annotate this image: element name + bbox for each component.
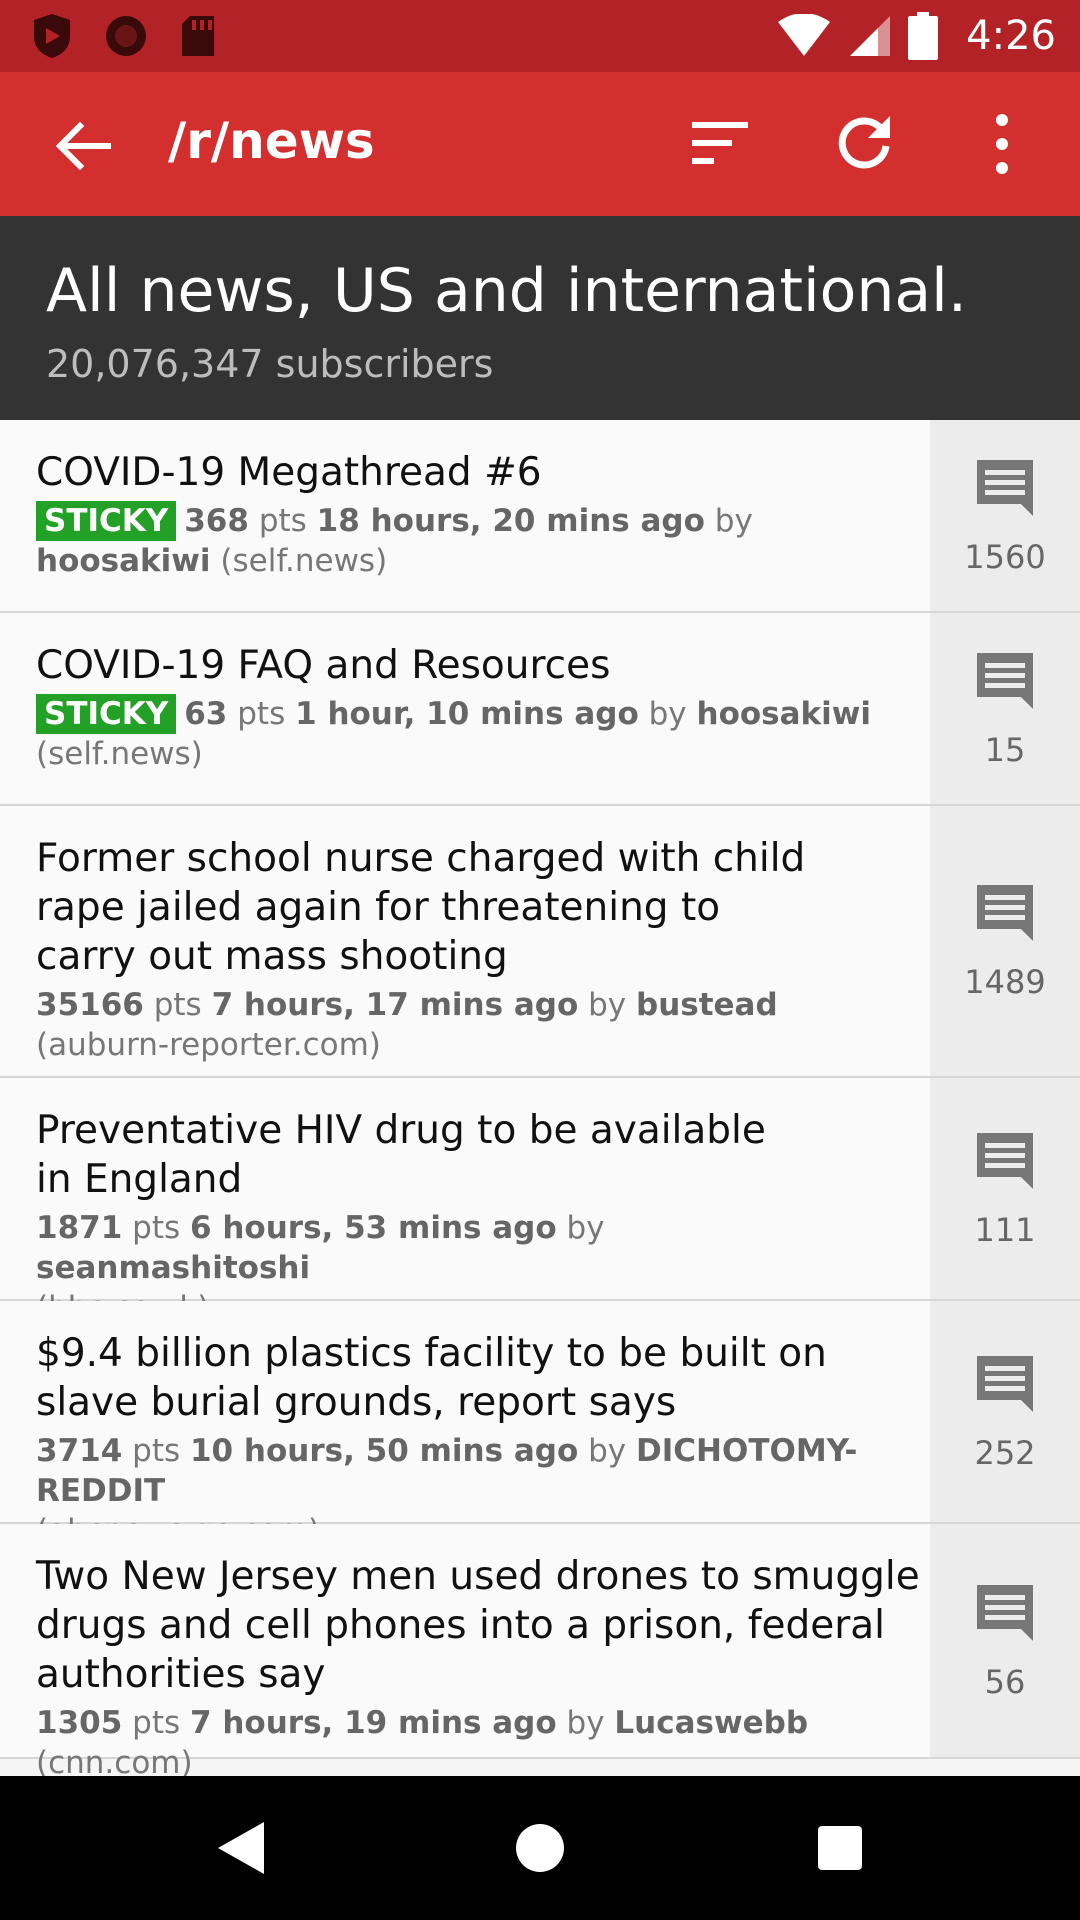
post-time: 7 hours, 19 mins ago [189,1705,557,1741]
list-item[interactable]: Preventative HIV drug to be available in… [0,1078,1080,1326]
clock: 4:26 [966,13,1056,59]
comments-button[interactable]: 111 [930,1078,1080,1299]
post-points: 1305 [36,1705,123,1741]
more-vert-icon[interactable] [980,110,1024,178]
list-item[interactable]: Former school nurse charged with child r… [0,806,1080,1078]
back-arrow-icon[interactable] [52,116,112,176]
post-time: 6 hours, 53 mins ago [189,1210,557,1246]
list-item[interactable]: COVID-19 Megathread #6 STICKY 368 pts 18 … [0,420,1080,613]
pts-label: pts [132,1210,181,1246]
pts-label: pts [132,1433,181,1469]
sort-icon[interactable] [690,118,750,170]
page-title: /r/news [168,112,375,170]
post-meta: STICKY 368 pts 18 hours, 20 mins ago by ho… [36,501,930,581]
battery-icon [908,12,939,60]
post-author[interactable]: Lucaswebb [614,1705,808,1741]
comment-icon [977,1132,1033,1189]
post-time: 7 hours, 17 mins ago [211,987,579,1023]
post-title[interactable]: Former school nurse charged with child r… [36,834,820,981]
pts-label: pts [237,696,286,732]
comment-count: 15 [984,730,1026,769]
by-label: by [588,1433,627,1469]
app-toolbar: /r/news [0,72,1080,216]
list-item[interactable]: $9.4 billion plastics facility to be bui… [0,1301,1080,1549]
comment-count: 1560 [964,537,1046,576]
wifi-icon [778,14,831,56]
post-title[interactable]: $9.4 billion plastics facility to be bui… [36,1329,930,1427]
post-time: 1 hour, 10 mins ago [295,696,639,732]
comment-icon [977,459,1033,516]
post-title[interactable]: COVID-19 FAQ and Resources [36,641,930,690]
comment-icon [977,1584,1033,1641]
post-title[interactable]: Two New Jersey men used drones to smuggl… [36,1552,930,1699]
pts-label: pts [258,503,307,539]
by-label: by [648,696,687,732]
post-points: 63 [184,696,228,732]
post-meta: 35166 pts 7 hours, 17 mins ago by bustea… [36,985,820,1065]
pts-label: pts [153,987,202,1023]
comments-button[interactable]: 1560 [930,420,1080,611]
by-label: by [588,987,627,1023]
comment-count: 56 [984,1662,1026,1701]
sticky-badge: STICKY [36,694,177,734]
nav-recents-icon[interactable] [818,1826,862,1870]
post-points: 3714 [36,1433,123,1469]
post-points: 368 [184,503,249,539]
post-meta: STICKY 63 pts 1 hour, 10 mins ago by hoos… [36,694,930,774]
signal-icon [850,16,891,56]
comment-icon [977,652,1033,709]
list-item[interactable]: COVID-19 FAQ and Resources STICKY 63 pts … [0,613,1080,806]
post-author[interactable]: hoosakiwi [36,543,211,579]
comment-count: 111 [974,1210,1036,1249]
subscriber-count: 20,076,347 subscribers [46,342,494,386]
comments-button[interactable]: 252 [930,1301,1080,1522]
comment-count: 252 [974,1433,1036,1472]
subreddit-header: All news, US and international. 20,076,3… [0,216,1080,420]
list-item[interactable]: Two New Jersey men used drones to smuggl… [0,1524,1080,1781]
post-time: 18 hours, 20 mins ago [316,503,705,539]
post-domain: (auburn-reporter.com) [36,1027,381,1063]
comments-button[interactable]: 15 [930,613,1080,804]
nav-home-icon[interactable] [516,1824,564,1872]
post-domain: (self.news) [220,543,388,579]
post-domain: (self.news) [36,736,203,772]
subreddit-description: All news, US and international. [46,256,967,326]
record-icon [106,16,146,56]
comment-count: 1489 [964,963,1046,1001]
system-nav-bar [0,1776,1080,1920]
refresh-icon[interactable] [834,112,894,172]
post-author[interactable]: seanmashitoshi [36,1250,310,1286]
post-points: 1871 [36,1210,123,1246]
post-meta: 1305 pts 7 hours, 19 mins ago by Lucaswe… [36,1703,930,1783]
status-bar: 4:26 [0,0,1080,72]
post-points: 35166 [36,987,144,1023]
post-author[interactable]: bustead [636,987,778,1023]
post-list: COVID-19 Megathread #6 STICKY 368 pts 18 … [0,420,1080,1781]
post-time: 10 hours, 50 mins ago [189,1433,579,1469]
comments-button[interactable]: 56 [930,1524,1080,1757]
sd-card-icon [182,16,214,56]
by-label: by [566,1705,605,1741]
sticky-badge: STICKY [36,501,177,541]
post-title[interactable]: Preventative HIV drug to be available in… [36,1106,780,1204]
comments-button[interactable]: 1489 [930,806,1080,1076]
comment-icon [977,1355,1033,1412]
post-author[interactable]: hoosakiwi [697,696,872,732]
comment-icon [977,885,1033,941]
by-label: by [714,503,753,539]
by-label: by [566,1210,605,1246]
shield-icon [34,14,70,58]
post-title[interactable]: COVID-19 Megathread #6 [36,448,930,497]
nav-back-icon[interactable] [216,1820,266,1876]
pts-label: pts [132,1705,181,1741]
